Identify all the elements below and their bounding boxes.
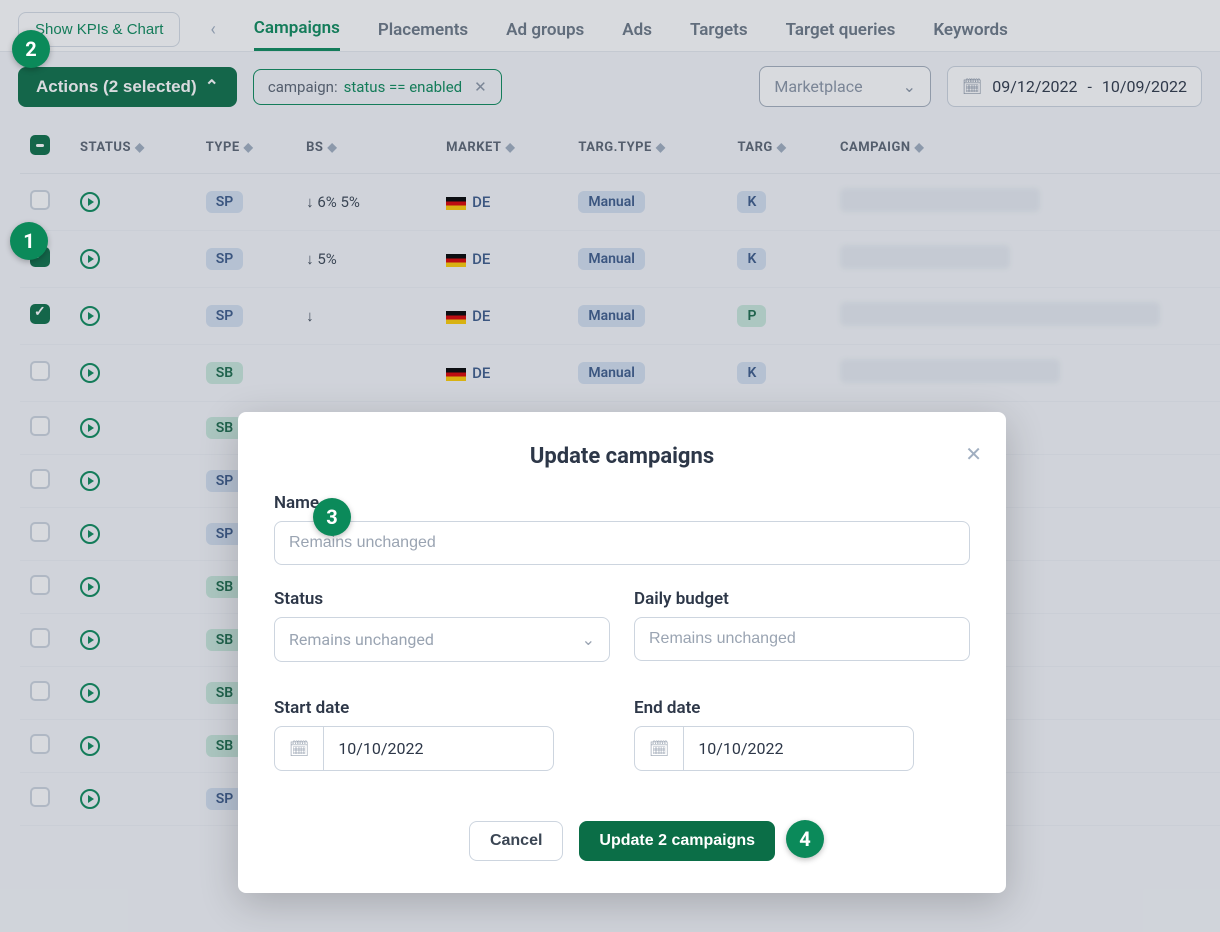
calendar-icon: 🗓 (275, 727, 324, 770)
name-label: Name (274, 493, 970, 513)
status-placeholder: Remains unchanged (289, 630, 434, 649)
modal-title: Update campaigns (274, 444, 970, 469)
annotation-marker-4: 4 (786, 820, 824, 858)
calendar-icon: 🗓 (635, 727, 684, 770)
close-icon[interactable]: ✕ (965, 442, 982, 466)
end-date-label: End date (634, 698, 970, 718)
start-date-label: Start date (274, 698, 610, 718)
status-select[interactable]: Remains unchanged ⌄ (274, 617, 610, 662)
annotation-marker-3: 3 (313, 498, 351, 536)
update-campaigns-modal: Update campaigns ✕ Name Status Remains u… (238, 412, 1006, 893)
budget-input[interactable] (634, 617, 970, 661)
annotation-marker-1: 1 (10, 222, 48, 260)
start-date-value: 10/10/2022 (324, 727, 437, 770)
cancel-button[interactable]: Cancel (469, 821, 563, 861)
name-input[interactable] (274, 521, 970, 565)
chevron-down-icon: ⌄ (582, 630, 595, 649)
update-campaigns-button[interactable]: Update 2 campaigns (579, 821, 775, 861)
end-date-input[interactable]: 🗓 10/10/2022 (634, 726, 914, 771)
budget-label: Daily budget (634, 589, 970, 609)
start-date-input[interactable]: 🗓 10/10/2022 (274, 726, 554, 771)
annotation-marker-2: 2 (12, 30, 50, 68)
status-label: Status (274, 589, 610, 609)
end-date-value: 10/10/2022 (684, 727, 797, 770)
